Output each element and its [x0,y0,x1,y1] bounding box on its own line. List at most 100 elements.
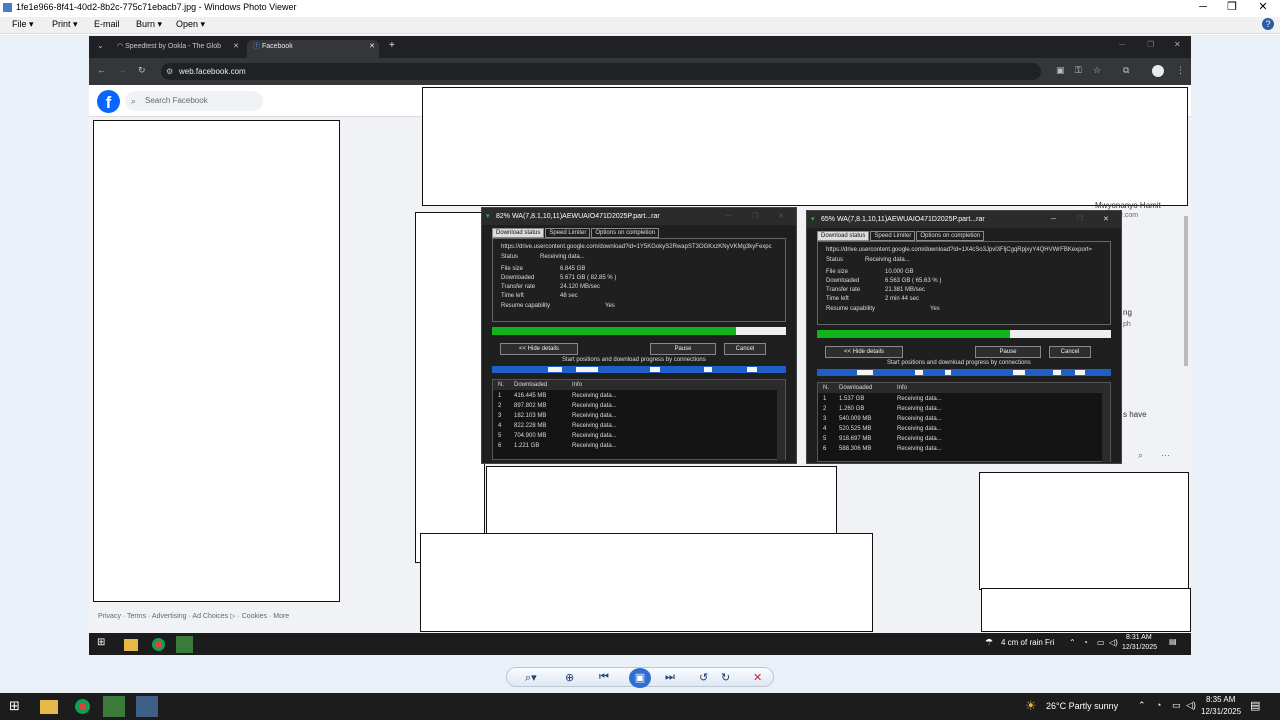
bookmark-star-icon[interactable]: ☆ [1093,65,1101,76]
row-downloaded: 416.445 MB [514,393,547,399]
tray-battery-icon[interactable]: ▭ [1172,700,1181,711]
table-scrollbar[interactable] [1102,393,1110,462]
connections-progress [492,366,786,373]
back-icon[interactable]: ← [97,65,106,75]
maximize-icon[interactable]: ❐ [752,208,758,225]
tray-volume-icon[interactable]: ◁) [1109,638,1118,647]
pause-button[interactable]: Pause [650,343,716,355]
address-bar[interactable]: ⚙ web.facebook.com [161,63,1041,80]
tab-options-on-completion[interactable]: Options on completion [591,228,660,238]
inner-clock-date[interactable]: 12/31/2025 [1122,644,1157,651]
tab-download-status[interactable]: Download status [492,228,545,238]
maximize-icon[interactable]: ❐ [1147,40,1154,49]
minimize-icon[interactable]: ─ [1051,211,1056,228]
menu-burn[interactable]: Burn ▾ [136,19,162,30]
profile-avatar[interactable] [1152,65,1164,77]
minimize-icon[interactable]: ─ [1119,40,1125,49]
file-explorer-icon[interactable] [124,639,138,651]
menu-file[interactable]: File ▾ [12,19,34,30]
extensions-icon[interactable]: ⧉ [1123,65,1129,76]
close-icon[interactable]: ✕ [369,40,375,54]
close-icon[interactable]: ✕ [1174,40,1181,49]
search-contacts-icon[interactable]: ⌕ [1138,450,1143,461]
close-icon[interactable]: ✕ [233,40,239,54]
weather-icon[interactable]: ☂ [985,637,993,648]
transfer-rate-label: Transfer rate [501,284,536,290]
clock-date[interactable]: 12/31/2025 [1201,707,1241,716]
chrome-icon[interactable] [152,638,165,651]
inner-weather-text[interactable]: 4 cm of rain Fri [1001,638,1054,647]
maximize-icon[interactable]: ❐ [1077,211,1083,228]
pause-button[interactable]: Pause [975,346,1041,358]
slideshow-icon[interactable]: ▣ [629,668,651,688]
facebook-logo-icon[interactable]: f [97,90,120,113]
previous-icon[interactable]: ⏮ [599,671,609,684]
tab-search-icon[interactable]: ⌄ [97,41,104,50]
password-key-icon[interactable]: ⚿ [1075,65,1082,76]
install-icon[interactable]: ▣ [1056,65,1065,76]
file-explorer-icon[interactable] [40,700,58,714]
facebook-footer-links: Privacy · Terms · Advertising · Ad Choic… [98,613,290,620]
tab-facebook[interactable]: ⓕ Facebook ✕ [247,40,379,58]
photo-viewer-taskbar-icon[interactable] [136,696,158,717]
downloaded-value: 5.671 GB ( 82.85 % ) [560,275,617,281]
menu-print[interactable]: Print ▾ [52,19,78,30]
forward-icon[interactable]: → [118,65,127,75]
hide-details-button[interactable]: << Hide details [825,346,903,358]
tray-battery-icon[interactable]: ▭ [1097,638,1105,647]
idm-taskbar-icon[interactable] [176,636,193,653]
weather-text[interactable]: 26°C Partly sunny [1046,701,1118,711]
row-number: 5 [823,436,827,442]
more-options-icon[interactable]: ··· [1161,450,1170,460]
cancel-button[interactable]: Cancel [1049,346,1091,358]
tab-speed-limiter[interactable]: Speed Limiter [870,231,916,241]
close-icon[interactable]: ✕ [778,208,784,225]
row-number: 5 [498,433,502,439]
cancel-button[interactable]: Cancel [724,343,766,355]
tab-options-on-completion[interactable]: Options on completion [916,231,985,241]
chrome-icon[interactable] [75,699,90,714]
tray-wifi-icon[interactable]: ◔ [1083,638,1088,647]
page-scrollbar[interactable] [1184,216,1188,366]
tab-speed-limiter[interactable]: Speed Limiter [545,228,591,238]
time-left-value: 48 sec [560,293,578,299]
tray-volume-icon[interactable]: ◁) [1186,700,1196,711]
clock-time[interactable]: 8:35 AM [1206,695,1235,704]
actual-size-icon[interactable]: ⊕ [565,671,574,684]
site-info-icon[interactable]: ⚙ [166,63,173,80]
menu-email[interactable]: E-mail [94,19,120,29]
help-icon[interactable]: ? [1262,18,1274,30]
new-tab-icon[interactable]: + [389,40,395,51]
tab-download-status[interactable]: Download status [817,231,870,241]
inner-clock-time[interactable]: 8:31 AM [1126,634,1152,641]
reload-icon[interactable]: ↻ [138,65,146,76]
weather-icon[interactable]: ☀ [1025,698,1037,714]
tray-chevron-icon[interactable]: ⌃ [1069,638,1076,647]
menu-kebab-icon[interactable]: ⋮ [1176,65,1185,76]
zoom-icon[interactable]: ⌕▾ [525,671,537,685]
menu-open[interactable]: Open ▾ [176,19,205,30]
tray-chevron-icon[interactable]: ⌃ [1138,700,1146,711]
facebook-search-input[interactable]: ⌕ Search Facebook [125,91,263,111]
status-value: Receiving data... [865,257,910,263]
hide-details-button[interactable]: << Hide details [500,343,578,355]
delete-icon[interactable]: ✕ [753,671,762,684]
minimize-button[interactable]: ─ [1188,0,1218,15]
close-button[interactable]: ✕ [1248,0,1278,15]
rotate-right-icon[interactable]: ↻ [721,671,730,684]
rotate-left-icon[interactable]: ↺ [699,671,708,684]
maximize-button[interactable]: ❐ [1217,0,1247,15]
idm-taskbar-icon[interactable] [103,696,125,717]
notification-icon[interactable]: ▤ [1250,699,1260,712]
minimize-icon[interactable]: ─ [726,208,731,225]
next-icon[interactable]: ⏭ [665,671,675,684]
tray-network-icon[interactable]: ◔ [1156,700,1161,710]
windows-start-icon[interactable]: ⊞ [9,698,20,714]
downloaded-label: Downloaded [826,278,860,284]
progress-fill [492,327,736,335]
tab-speedtest[interactable]: ◠ Speedtest by Ookla - The Glob ✕ [111,40,243,58]
notification-icon[interactable]: ▤ [1169,637,1177,646]
windows-start-icon[interactable]: ⊞ [97,637,105,648]
table-scrollbar[interactable] [777,390,785,460]
close-icon[interactable]: ✕ [1103,211,1109,228]
